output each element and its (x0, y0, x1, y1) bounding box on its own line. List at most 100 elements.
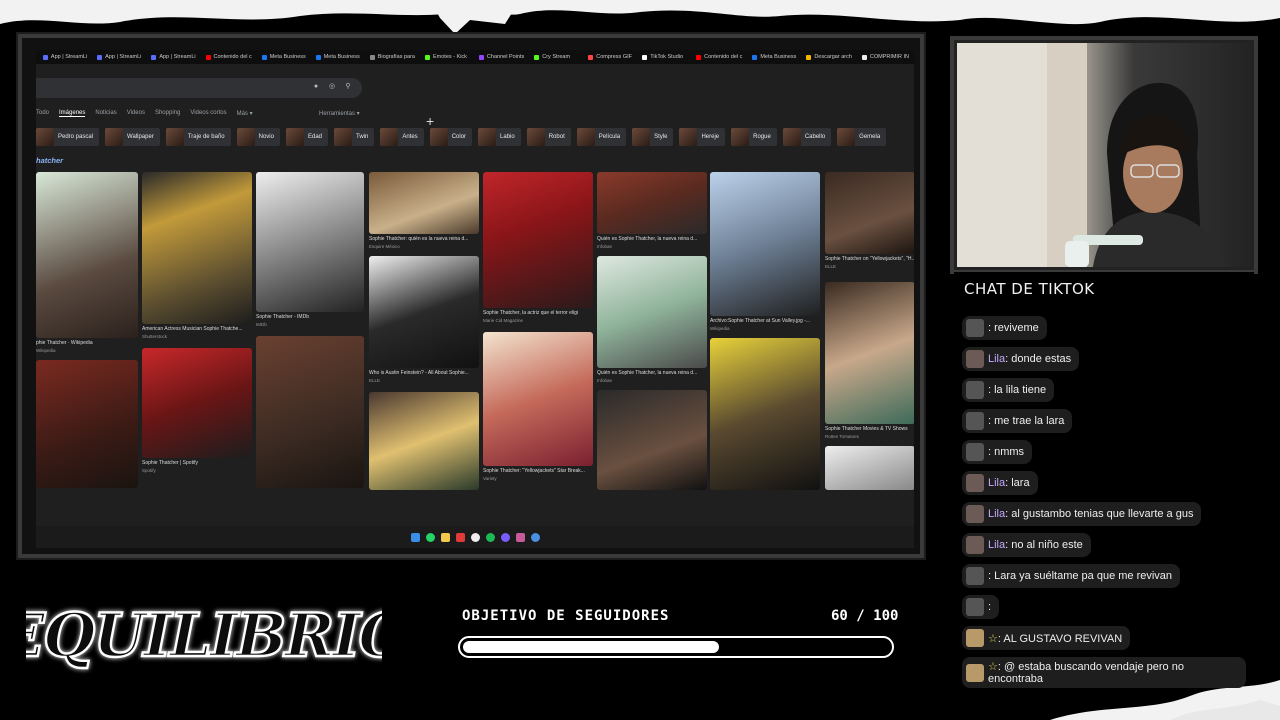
chat-message[interactable]: ☆: @ estaba buscando vendaje pero no enc… (962, 657, 1246, 688)
browser-tab[interactable]: Emotes - Kick (420, 54, 474, 60)
browser-tab[interactable]: Contenido del c (691, 54, 747, 60)
image-result-thumbnail[interactable] (597, 256, 707, 368)
chrome-icon[interactable] (470, 532, 480, 542)
related-search-chip[interactable]: Antes (380, 128, 424, 146)
file-explorer-icon[interactable] (440, 532, 450, 542)
obs-icon[interactable] (515, 532, 525, 542)
mic-icon[interactable]: ● (312, 83, 320, 91)
chat-message[interactable]: : la lila tiene (962, 378, 1055, 402)
lens-icon[interactable]: ◎ (328, 83, 336, 91)
image-result-caption[interactable]: Sophie Thatcher: quién es la nueva reina… (369, 236, 479, 242)
image-result-thumbnail[interactable] (597, 172, 707, 234)
image-result-thumbnail[interactable] (256, 172, 364, 312)
image-result-thumbnail[interactable] (36, 172, 138, 338)
image-result-thumbnail[interactable] (710, 172, 820, 316)
chat-message[interactable]: : reviveme (962, 316, 1047, 340)
chat-message[interactable]: Lila: lara (962, 471, 1038, 495)
related-search-chip[interactable]: Gemela (837, 128, 887, 146)
browser-tab[interactable]: Meta Business (311, 54, 365, 60)
chat-message[interactable]: Lila: donde estas (962, 347, 1080, 371)
chat-message[interactable]: Lila: al gustambo tenias que llevarte a … (962, 502, 1202, 526)
image-result-caption[interactable]: Who is Austin Feinstein? - All About Sop… (369, 370, 479, 376)
browser-tab[interactable]: App | StreamLi (38, 54, 92, 60)
browser-tab[interactable]: Descargar arch (801, 54, 857, 60)
tab-short-videos[interactable]: Videos cortos (190, 110, 226, 117)
tab-videos[interactable]: Videos (127, 110, 145, 117)
tab-all[interactable]: Todo (36, 110, 49, 117)
browser-tab[interactable]: Meta Business (747, 54, 801, 60)
image-result-caption[interactable]: Quién es Sophie Thatcher, la nueva reina… (597, 236, 707, 242)
image-result-caption[interactable]: Sophie Thatcher - IMDb (256, 314, 364, 320)
tab-news[interactable]: Noticias (95, 110, 116, 117)
related-search-chip[interactable]: Traje de baño (165, 128, 231, 146)
related-search-chip[interactable]: Robot (526, 128, 571, 146)
image-result-caption[interactable]: Archivo:Sophie Thatcher at Sun Valley.jp… (710, 318, 820, 324)
image-result-caption[interactable]: phie Thatcher · Wikipedia (36, 340, 138, 346)
image-result-thumbnail[interactable] (597, 390, 707, 490)
image-result-caption[interactable]: Sophie Thatcher on "Yellowjackets", "H..… (825, 256, 914, 262)
tab-images[interactable]: Imágenes (59, 110, 86, 117)
image-result-caption[interactable]: Sophie Thatcher Movies & TV Shows (825, 426, 914, 432)
image-result-thumbnail[interactable] (710, 338, 820, 490)
related-search-chip[interactable]: Novio (236, 128, 280, 146)
related-search-chip[interactable]: Pedro pascal (36, 128, 100, 146)
chat-message[interactable]: : me trae la lara (962, 409, 1073, 433)
browser-tab[interactable]: COMPRIMIR IN (857, 54, 914, 60)
chip-thumbnail (165, 128, 184, 146)
chat-message[interactable]: : nmms (962, 440, 1033, 464)
image-result-caption[interactable]: Sophie Thatcher | Spotify (142, 460, 252, 466)
related-search-chip[interactable]: Cabello (782, 128, 832, 146)
search-icon[interactable]: ⚲ (344, 83, 352, 91)
image-result-caption[interactable]: American Actress Musician Sophie Thatche… (142, 326, 252, 332)
chat-message[interactable]: : Lara ya suéltame pa que me revivan (962, 564, 1181, 588)
browser-tab[interactable]: Meta Business (257, 54, 311, 60)
related-search-chip[interactable]: Style (632, 128, 674, 146)
image-result-thumbnail[interactable] (256, 336, 364, 488)
browser-tab[interactable]: App | StreamLi (92, 54, 146, 60)
related-search-chip[interactable]: Hereje (679, 128, 726, 146)
browser-tab[interactable]: Channel Points (474, 54, 529, 60)
image-result-thumbnail[interactable] (483, 172, 593, 308)
chat-message-list[interactable]: : reviveme Lila: donde estas : la lila tie… (962, 316, 1254, 695)
browser-tab-bar[interactable]: App | StreamLi App | StreamLi App | Stream… (36, 50, 914, 64)
image-result-caption[interactable]: Quién es Sophie Thatcher, la nueva reina… (597, 370, 707, 376)
image-result-thumbnail[interactable] (369, 172, 479, 234)
related-search-chip[interactable]: Wallpaper (105, 128, 160, 146)
image-result-thumbnail[interactable] (825, 446, 914, 490)
related-search-chip[interactable]: Labio (478, 128, 521, 146)
image-result-caption[interactable]: Sophie Thatcher: "Yellowjackets" Star Br… (483, 468, 593, 474)
image-result-thumbnail[interactable] (369, 256, 479, 368)
related-search-chip[interactable]: Edad (285, 128, 328, 146)
spotify-icon[interactable] (485, 532, 495, 542)
image-result-thumbnail[interactable] (142, 348, 252, 458)
discord-icon[interactable] (500, 532, 510, 542)
image-result-thumbnail[interactable] (483, 332, 593, 466)
image-result-thumbnail[interactable] (369, 392, 479, 490)
start-icon[interactable] (410, 532, 420, 542)
browser-tab[interactable]: App | StreamLi (146, 54, 200, 60)
related-search-chip[interactable]: Color (429, 128, 473, 146)
tab-shopping[interactable]: Shopping (155, 110, 180, 117)
app-icon[interactable] (455, 532, 465, 542)
browser-tab[interactable]: TikTok Studio (637, 54, 691, 60)
related-search-chip[interactable]: Twin (334, 128, 375, 146)
tools-dropdown[interactable]: Herramientas ▾ (319, 110, 360, 117)
chat-message[interactable]: Lila: no al niño este (962, 533, 1091, 557)
image-result-thumbnail[interactable] (36, 360, 138, 488)
whatsapp-icon[interactable] (425, 532, 435, 542)
image-result-caption[interactable]: Sophie Thatcher, la actriz que el terror… (483, 310, 593, 316)
chat-message[interactable]: ☆: AL GUSTAVO REVIVAN (962, 626, 1131, 650)
app-icon-2[interactable] (530, 532, 540, 542)
image-result-thumbnail[interactable] (142, 172, 252, 324)
browser-tab[interactable]: Biografías para (365, 54, 420, 60)
browser-tab[interactable]: Contenido del c (201, 54, 257, 60)
google-search-bar[interactable]: ● ◎ ⚲ (36, 78, 362, 98)
image-result-thumbnail[interactable] (825, 172, 914, 254)
image-result-thumbnail[interactable] (825, 282, 914, 424)
tab-more[interactable]: Más ▾ (237, 110, 253, 117)
browser-tab[interactable]: Cry Stream (529, 54, 583, 60)
related-search-chip[interactable]: Película (576, 128, 627, 146)
chat-message[interactable]: : (962, 595, 1000, 619)
browser-tab[interactable]: Compress GIF (583, 54, 637, 60)
related-search-chip[interactable]: Rogue (731, 128, 777, 146)
